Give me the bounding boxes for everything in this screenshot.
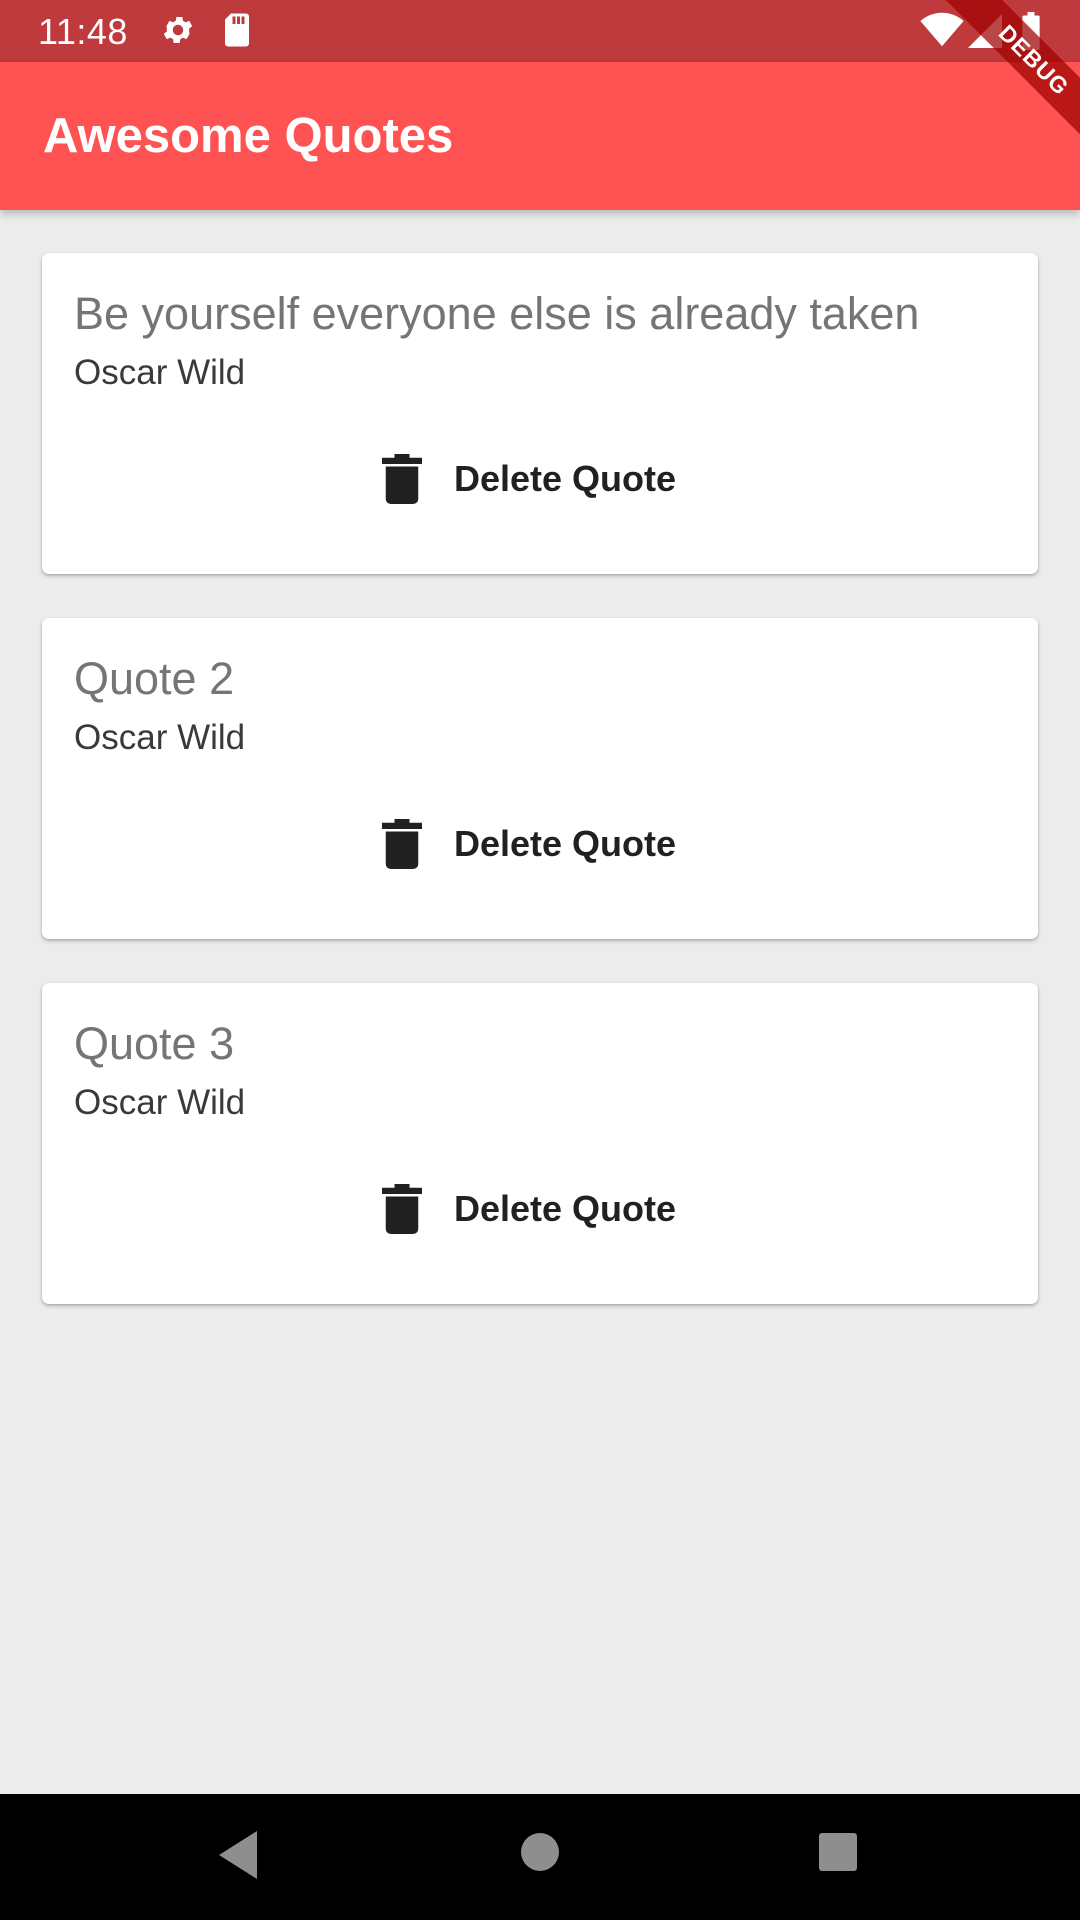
app-title: Awesome Quotes: [43, 109, 454, 163]
cell-signal-icon: [968, 14, 1002, 53]
quote-list: Be yourself everyone else is already tak…: [42, 253, 1038, 1348]
screen: 11:48 Awesome Quotes DEBUG Be yourself e…: [0, 0, 1080, 1920]
home-circle-icon[interactable]: [518, 1830, 562, 1879]
sd-card-icon: [222, 12, 252, 53]
quote-author: Oscar Wild: [74, 718, 246, 757]
delete-quote-label: Delete Quote: [454, 1188, 677, 1229]
quote-author: Oscar Wild: [74, 1083, 246, 1122]
recents-square-icon[interactable]: [816, 1830, 860, 1879]
settings-gear-icon: [160, 12, 196, 53]
quote-text: Be yourself everyone else is already tak…: [74, 288, 920, 339]
quote-text: Quote 2: [74, 653, 235, 704]
back-triangle-icon[interactable]: [215, 1829, 261, 1886]
delete-quote-label: Delete Quote: [454, 458, 677, 499]
trash-icon: [382, 819, 422, 869]
battery-icon: [1020, 12, 1042, 55]
quote-author: Oscar Wild: [74, 353, 246, 392]
wifi-icon: [920, 12, 964, 53]
trash-icon: [382, 1184, 422, 1234]
trash-icon: [382, 454, 422, 504]
quote-card: Quote 2 Oscar Wild Delete Quote: [42, 618, 1038, 939]
delete-quote-button[interactable]: Delete Quote: [382, 1173, 676, 1245]
delete-quote-button[interactable]: Delete Quote: [382, 808, 676, 880]
status-time: 11:48: [38, 11, 128, 52]
quote-text: Quote 3: [74, 1018, 235, 1069]
quote-card: Quote 3 Oscar Wild Delete Quote: [42, 983, 1038, 1304]
delete-quote-label: Delete Quote: [454, 823, 677, 864]
navigation-bar: [0, 1794, 1080, 1920]
delete-quote-button[interactable]: Delete Quote: [382, 443, 676, 515]
app-bar: Awesome Quotes: [0, 62, 1080, 210]
status-bar: 11:48: [0, 0, 1080, 62]
quote-card: Be yourself everyone else is already tak…: [42, 253, 1038, 574]
